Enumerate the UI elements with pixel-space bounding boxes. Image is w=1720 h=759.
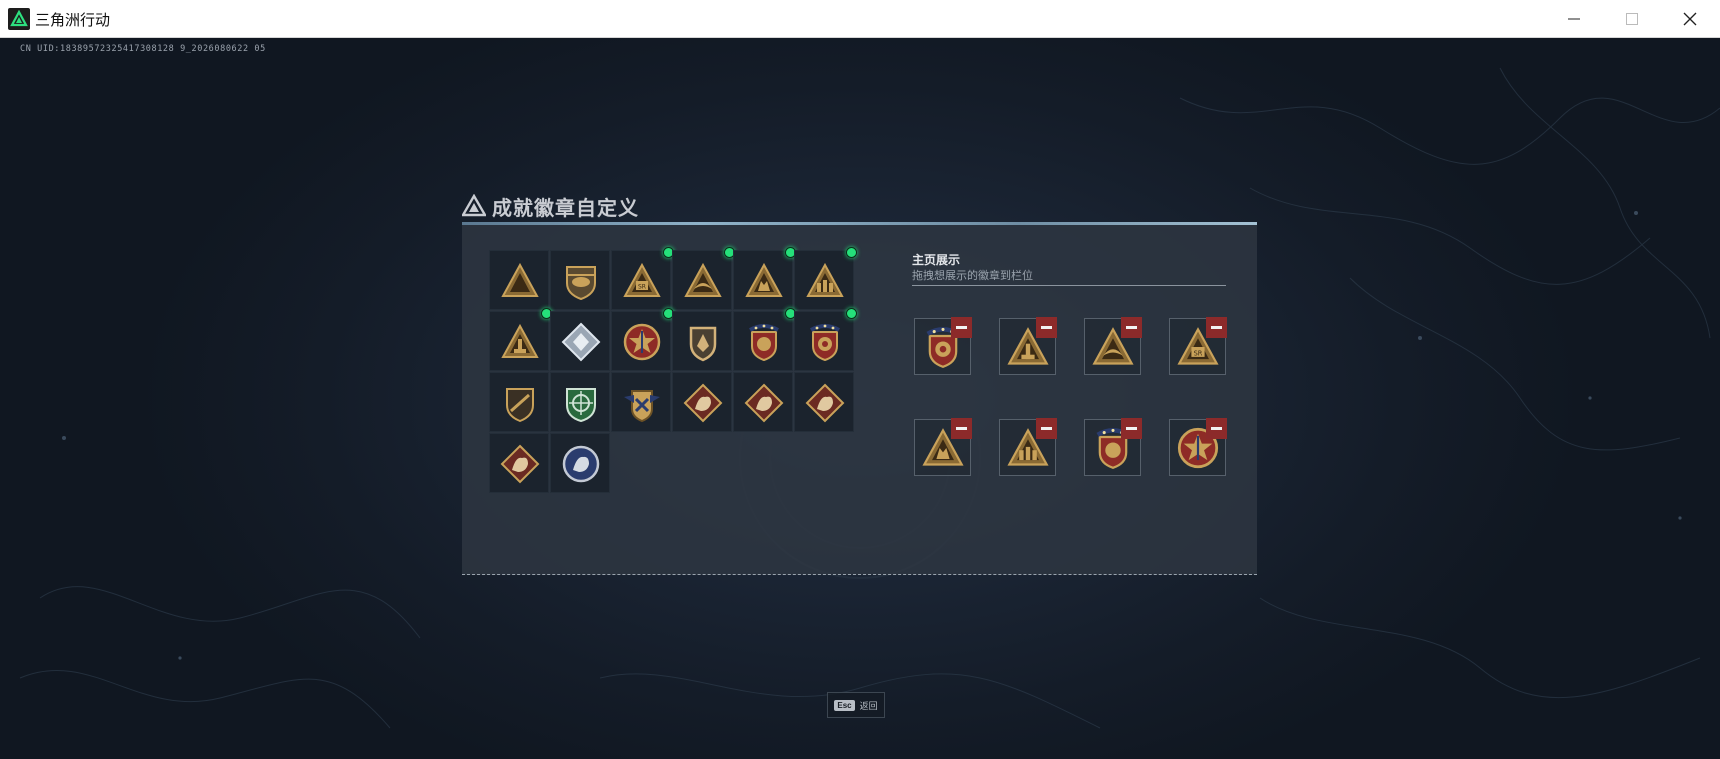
- badge-cell[interactable]: [794, 247, 857, 310]
- minus-icon: [956, 326, 967, 329]
- green-crosshair-badge-icon: [566, 388, 596, 423]
- badge-cell[interactable]: [611, 372, 671, 432]
- remove-badge-button[interactable]: [1206, 317, 1227, 338]
- showcase-subtitle: 拖拽想展示的徽章到栏位: [912, 270, 1033, 282]
- remove-badge-button[interactable]: [1036, 317, 1057, 338]
- badge-cell[interactable]: [550, 250, 610, 310]
- remove-badge-button[interactable]: [1121, 317, 1142, 338]
- remove-badge-button[interactable]: [1206, 418, 1227, 439]
- minus-icon: [1041, 427, 1052, 430]
- badge-cell[interactable]: [489, 308, 552, 371]
- new-indicator-dot: [846, 247, 857, 258]
- svg-text:SR: SR: [638, 284, 646, 291]
- remove-badge-button[interactable]: [1121, 418, 1142, 439]
- beast-diamond-badge-icon: [500, 444, 540, 484]
- close-icon: [1683, 12, 1697, 25]
- esc-key-icon: Esc: [834, 699, 855, 711]
- showcase-slot[interactable]: [1169, 418, 1227, 476]
- red-crest-badge-icon: [749, 324, 779, 362]
- remove-badge-button[interactable]: [1036, 418, 1057, 439]
- showcase-slot[interactable]: [914, 418, 972, 476]
- minus-icon: [1041, 326, 1052, 329]
- shield-gold-badge-icon: [689, 326, 717, 362]
- back-label: 返回: [859, 700, 878, 711]
- bird-triangle-badge-icon: [684, 262, 722, 297]
- minimize-button[interactable]: [1545, 0, 1603, 37]
- showcase-divider: [912, 285, 1226, 286]
- badge-cell[interactable]: [672, 372, 732, 432]
- badge-cell[interactable]: [489, 250, 549, 310]
- tower-triangle-badge-icon: [501, 323, 539, 358]
- badge-customize-dialog: SR 主页展示 拖拽想展示的徽章到栏位 SR: [462, 225, 1257, 575]
- remove-badge-button[interactable]: [951, 317, 972, 338]
- star-medal-badge-icon: [623, 323, 661, 361]
- badge-cell[interactable]: [794, 372, 854, 432]
- maximize-button[interactable]: [1603, 0, 1661, 37]
- badge-cell[interactable]: [794, 308, 857, 371]
- maximize-icon: [1626, 12, 1638, 25]
- badge-cell[interactable]: [489, 433, 549, 493]
- dialog-title: 成就徽章自定义: [492, 195, 639, 220]
- minus-icon: [1211, 427, 1222, 430]
- helicopter-badge-icon: [566, 266, 596, 301]
- showcase-title: 主页展示: [912, 253, 961, 267]
- app-logo-icon: [8, 8, 30, 30]
- blue-round-badge-icon: [562, 445, 600, 483]
- badge-cell[interactable]: [733, 247, 796, 310]
- back-button[interactable]: Esc 返回: [827, 692, 885, 718]
- soldiers-triangle-badge-icon: [806, 262, 844, 297]
- showcase-slot[interactable]: [999, 317, 1057, 375]
- showcase-slot[interactable]: [1084, 317, 1142, 375]
- badge-cell[interactable]: [550, 372, 610, 432]
- svg-text:SR: SR: [1194, 349, 1203, 357]
- badge-cell[interactable]: [672, 311, 732, 371]
- badge-cell[interactable]: [611, 308, 674, 371]
- badge-cell[interactable]: [733, 372, 793, 432]
- minus-icon: [956, 427, 967, 430]
- window-title-bar: 三角洲行动: [0, 0, 1720, 38]
- dialog-header: 成就徽章自定义: [462, 191, 639, 221]
- showcase-slot[interactable]: [914, 317, 972, 375]
- minus-icon: [1211, 326, 1222, 329]
- wings-crest-badge-icon: [624, 390, 660, 423]
- badge-cell[interactable]: [550, 311, 610, 371]
- shield-triangle-badge-icon: [501, 262, 539, 297]
- badge-cell[interactable]: [672, 247, 735, 310]
- remove-badge-button[interactable]: [951, 418, 972, 439]
- showcase-slot[interactable]: SR: [1169, 317, 1227, 375]
- minus-icon: [1126, 427, 1137, 430]
- showcase-slot[interactable]: [1084, 418, 1142, 476]
- sr-triangle-badge-icon: SR: [623, 262, 661, 297]
- wolf-triangle-badge-icon: [745, 262, 783, 297]
- showcase-slot[interactable]: [999, 418, 1057, 476]
- badge-cell[interactable]: [733, 308, 796, 371]
- delta-logo-icon: [462, 194, 486, 217]
- badge-cell[interactable]: SR: [611, 247, 674, 310]
- diamond-silver-badge-icon: [561, 322, 601, 362]
- game-background: CN UID:18389572325417308128 9_2026080622…: [0, 38, 1720, 759]
- window-title: 三角洲行动: [35, 11, 111, 29]
- minimize-icon: [1568, 18, 1580, 19]
- uid-text: CN UID:18389572325417308128 9_2026080622…: [20, 44, 266, 54]
- minus-icon: [1126, 326, 1137, 329]
- badge-cell[interactable]: [489, 372, 549, 432]
- wolf-diamond-badge-icon: [683, 383, 723, 423]
- rifle-shield-badge-icon: [506, 388, 534, 423]
- new-indicator-dot: [846, 308, 857, 319]
- close-button[interactable]: [1661, 0, 1719, 37]
- red-crest-lion-badge-icon: [810, 324, 840, 362]
- dragon-diamond-2-badge-icon: [805, 383, 845, 423]
- dragon-diamond-badge-icon: [744, 383, 784, 423]
- badge-cell[interactable]: [550, 433, 610, 493]
